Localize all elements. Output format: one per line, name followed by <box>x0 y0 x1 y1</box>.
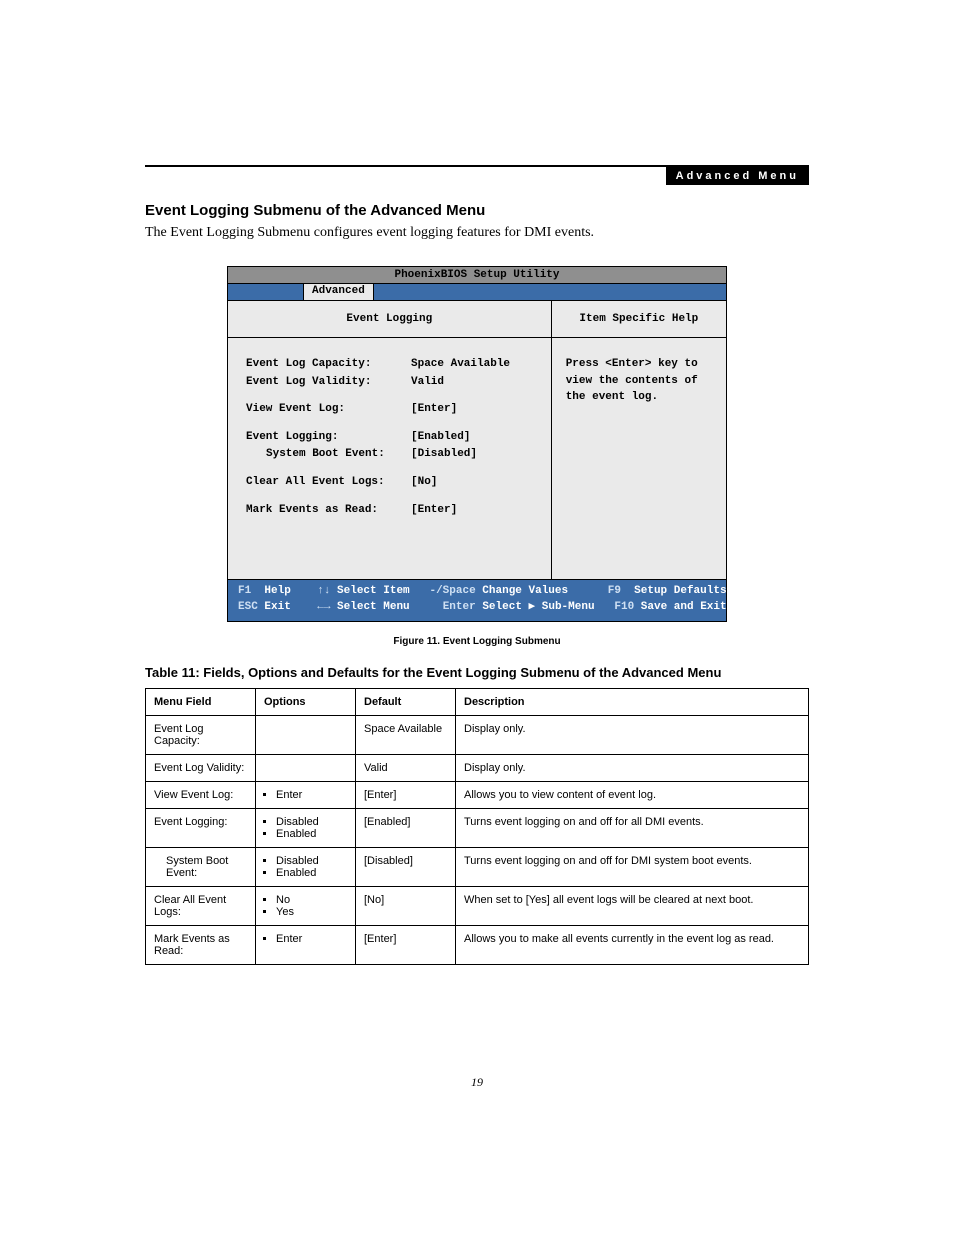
table-cell-options: DisabledEnabled <box>256 847 356 886</box>
options-table: Menu Field Options Default Description E… <box>145 688 809 965</box>
bios-field-label: View Event Log: <box>246 401 411 419</box>
bios-field-label: Event Log Capacity: <box>246 356 411 374</box>
key-label: Select Menu <box>337 600 410 615</box>
table-cell-description: Display only. <box>456 715 809 754</box>
bios-screenshot: PhoenixBIOS Setup Utility Advanced Event… <box>227 266 727 622</box>
bios-field-label: Event Log Validity: <box>246 374 411 392</box>
header-rule: Advanced Menu <box>145 165 809 167</box>
table-header-row: Menu Field Options Default Description <box>146 688 809 715</box>
key-label: Help <box>264 584 290 599</box>
table-row: View Event Log: Enter [Enter]Allows you to… <box>146 781 809 808</box>
page-number: 19 <box>0 1075 954 1090</box>
option-item: Enabled <box>276 828 347 840</box>
figure-caption: Figure 11. Event Logging Submenu <box>145 636 809 647</box>
table-cell-options <box>256 754 356 781</box>
bios-help-text: Press <Enter> key to view the contents o… <box>552 338 726 416</box>
table-row: Event Log Validity: ValidDisplay only. <box>146 754 809 781</box>
bios-field-value: [Disabled] <box>411 446 477 464</box>
table-row: Event Log Capacity: Space AvailableDispla… <box>146 715 809 754</box>
key-f1: F1 <box>238 584 251 599</box>
table-cell-default: [Disabled] <box>356 847 456 886</box>
option-item: No <box>276 894 347 906</box>
table-cell-default: [No] <box>356 886 456 925</box>
table-cell-default: Space Available <box>356 715 456 754</box>
key-f10: F10 <box>614 600 634 615</box>
table-header: Default <box>356 688 456 715</box>
table-cell-description: Turns event logging on and off for DMI s… <box>456 847 809 886</box>
table-cell-field: Clear All Event Logs: <box>146 886 256 925</box>
bios-field-label: Event Logging: <box>246 429 411 447</box>
table-cell-field: Mark Events as Read: <box>146 925 256 964</box>
key-label: Select ▶ Sub-Menu <box>482 600 594 615</box>
section-header: Advanced Menu <box>666 167 809 185</box>
key-arrows-updown: ↑↓ <box>317 584 330 599</box>
table-cell-description: When set to [Yes] all event logs will be… <box>456 886 809 925</box>
bios-field-value: [Enabled] <box>411 429 470 447</box>
key-minus-space: -/Space <box>429 584 475 599</box>
key-label: Change Values <box>482 584 568 599</box>
bios-field-value: [Enter] <box>411 401 457 419</box>
table-cell-description: Allows you to make all events currently … <box>456 925 809 964</box>
table-cell-default: [Enter] <box>356 781 456 808</box>
option-item: Enter <box>276 789 347 801</box>
key-label: Select Item <box>337 584 410 599</box>
table-cell-description: Turns event logging on and off for all D… <box>456 808 809 847</box>
option-item: Enabled <box>276 867 347 879</box>
table-cell-field: Event Log Validity: <box>146 754 256 781</box>
table-title: Table 11: Fields, Options and Defaults f… <box>145 665 809 680</box>
key-label: Exit <box>264 600 290 615</box>
option-item: Enter <box>276 933 347 945</box>
table-cell-field: View Event Log: <box>146 781 256 808</box>
table-cell-options: Enter <box>256 925 356 964</box>
table-cell-description: Allows you to view content of event log. <box>456 781 809 808</box>
key-esc: ESC <box>238 600 258 615</box>
table-cell-options: Enter <box>256 781 356 808</box>
page-title: Event Logging Submenu of the Advanced Me… <box>145 202 809 219</box>
table-cell-field: Event Log Capacity: <box>146 715 256 754</box>
key-label: Save and Exit <box>641 600 727 615</box>
table-row: Mark Events as Read: Enter [Enter]Allows y… <box>146 925 809 964</box>
option-item: Disabled <box>276 855 347 867</box>
table-cell-description: Display only. <box>456 754 809 781</box>
option-item: Yes <box>276 906 347 918</box>
table-row: Event Logging:DisabledEnabled[Enabled]Tu… <box>146 808 809 847</box>
table-row: System Boot Event:DisabledEnabled[Disabl… <box>146 847 809 886</box>
table-cell-options <box>256 715 356 754</box>
bios-field-value: [No] <box>411 474 437 492</box>
bios-body: Event Log Capacity:Space Available Event… <box>228 338 551 579</box>
bios-help-heading: Item Specific Help <box>552 301 726 338</box>
bios-field-value: Space Available <box>411 356 510 374</box>
table-header: Menu Field <box>146 688 256 715</box>
key-arrows-leftright: ←→ <box>317 600 330 615</box>
table-cell-default: [Enter] <box>356 925 456 964</box>
table-header: Description <box>456 688 809 715</box>
bios-tab-advanced: Advanced <box>303 284 374 300</box>
bios-title: PhoenixBIOS Setup Utility <box>228 267 726 284</box>
key-label: Setup Defaults <box>634 584 726 599</box>
table-cell-default: [Enabled] <box>356 808 456 847</box>
bios-field-value: Valid <box>411 374 444 392</box>
bios-field-label: Mark Events as Read: <box>246 502 411 520</box>
table-header: Options <box>256 688 356 715</box>
table-cell-default: Valid <box>356 754 456 781</box>
table-cell-field: System Boot Event: <box>146 847 256 886</box>
bios-field-label: Clear All Event Logs: <box>246 474 411 492</box>
option-item: Disabled <box>276 816 347 828</box>
bios-field-value: [Enter] <box>411 502 457 520</box>
table-cell-options: DisabledEnabled <box>256 808 356 847</box>
bios-field-label: System Boot Event: <box>246 446 411 464</box>
bios-tab-bar: Advanced <box>228 284 726 301</box>
table-cell-field: Event Logging: <box>146 808 256 847</box>
bios-footer: F1 Help ↑↓ Select Item -/Space Change Va… <box>228 580 726 621</box>
table-row: Clear All Event Logs:NoYes[No]When set t… <box>146 886 809 925</box>
table-cell-options: NoYes <box>256 886 356 925</box>
key-f9: F9 <box>608 584 621 599</box>
key-enter: Enter <box>443 600 476 615</box>
bios-panel-heading: Event Logging <box>228 301 551 338</box>
intro-text: The Event Logging Submenu configures eve… <box>145 225 809 241</box>
